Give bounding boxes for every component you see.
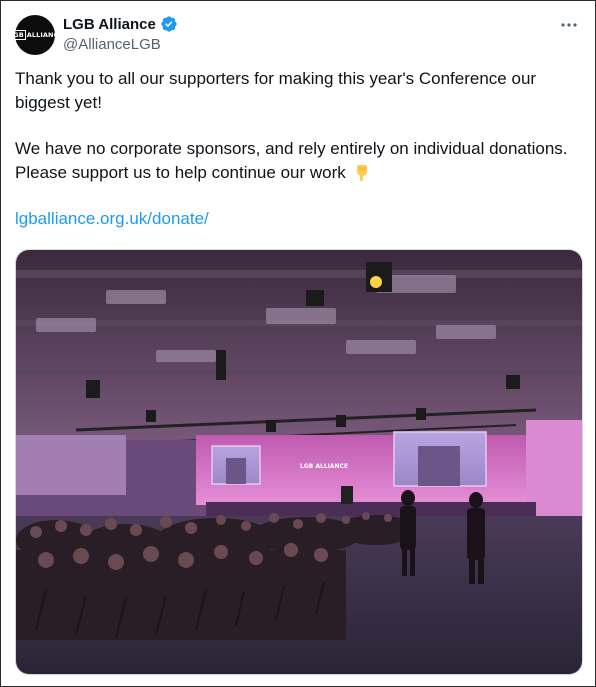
author-handle[interactable]: @AllianceLGB bbox=[63, 36, 161, 53]
avatar[interactable]: LGB ALLIANCE bbox=[7, 15, 63, 55]
backhand-index-pointing-down-emoji bbox=[353, 163, 371, 181]
tweet-card: LGB ALLIANCE LGB Alliance @AllianceLGB Th… bbox=[0, 0, 596, 687]
more-options-icon[interactable] bbox=[559, 15, 579, 35]
tweet-link-paragraph: lgballiance.org.uk/donate/ bbox=[15, 207, 575, 231]
verified-badge-icon bbox=[160, 15, 178, 33]
tweet-photo[interactable]: LGB ALLIANCE bbox=[15, 249, 583, 675]
author-name[interactable]: LGB Alliance bbox=[63, 16, 156, 33]
avatar-logo: LGB ALLIANCE bbox=[7, 30, 63, 40]
tweet-text: Thank you to all our supporters for maki… bbox=[15, 67, 575, 231]
tweet-paragraph-2: We have no corporate sponsors, and rely … bbox=[15, 139, 568, 182]
stage-sign: LGB ALLIANCE bbox=[300, 463, 348, 470]
donate-link[interactable]: lgballiance.org.uk/donate/ bbox=[15, 209, 209, 228]
author-name-row: LGB Alliance bbox=[63, 15, 178, 33]
tweet-paragraph-1: Thank you to all our supporters for maki… bbox=[15, 69, 537, 112]
